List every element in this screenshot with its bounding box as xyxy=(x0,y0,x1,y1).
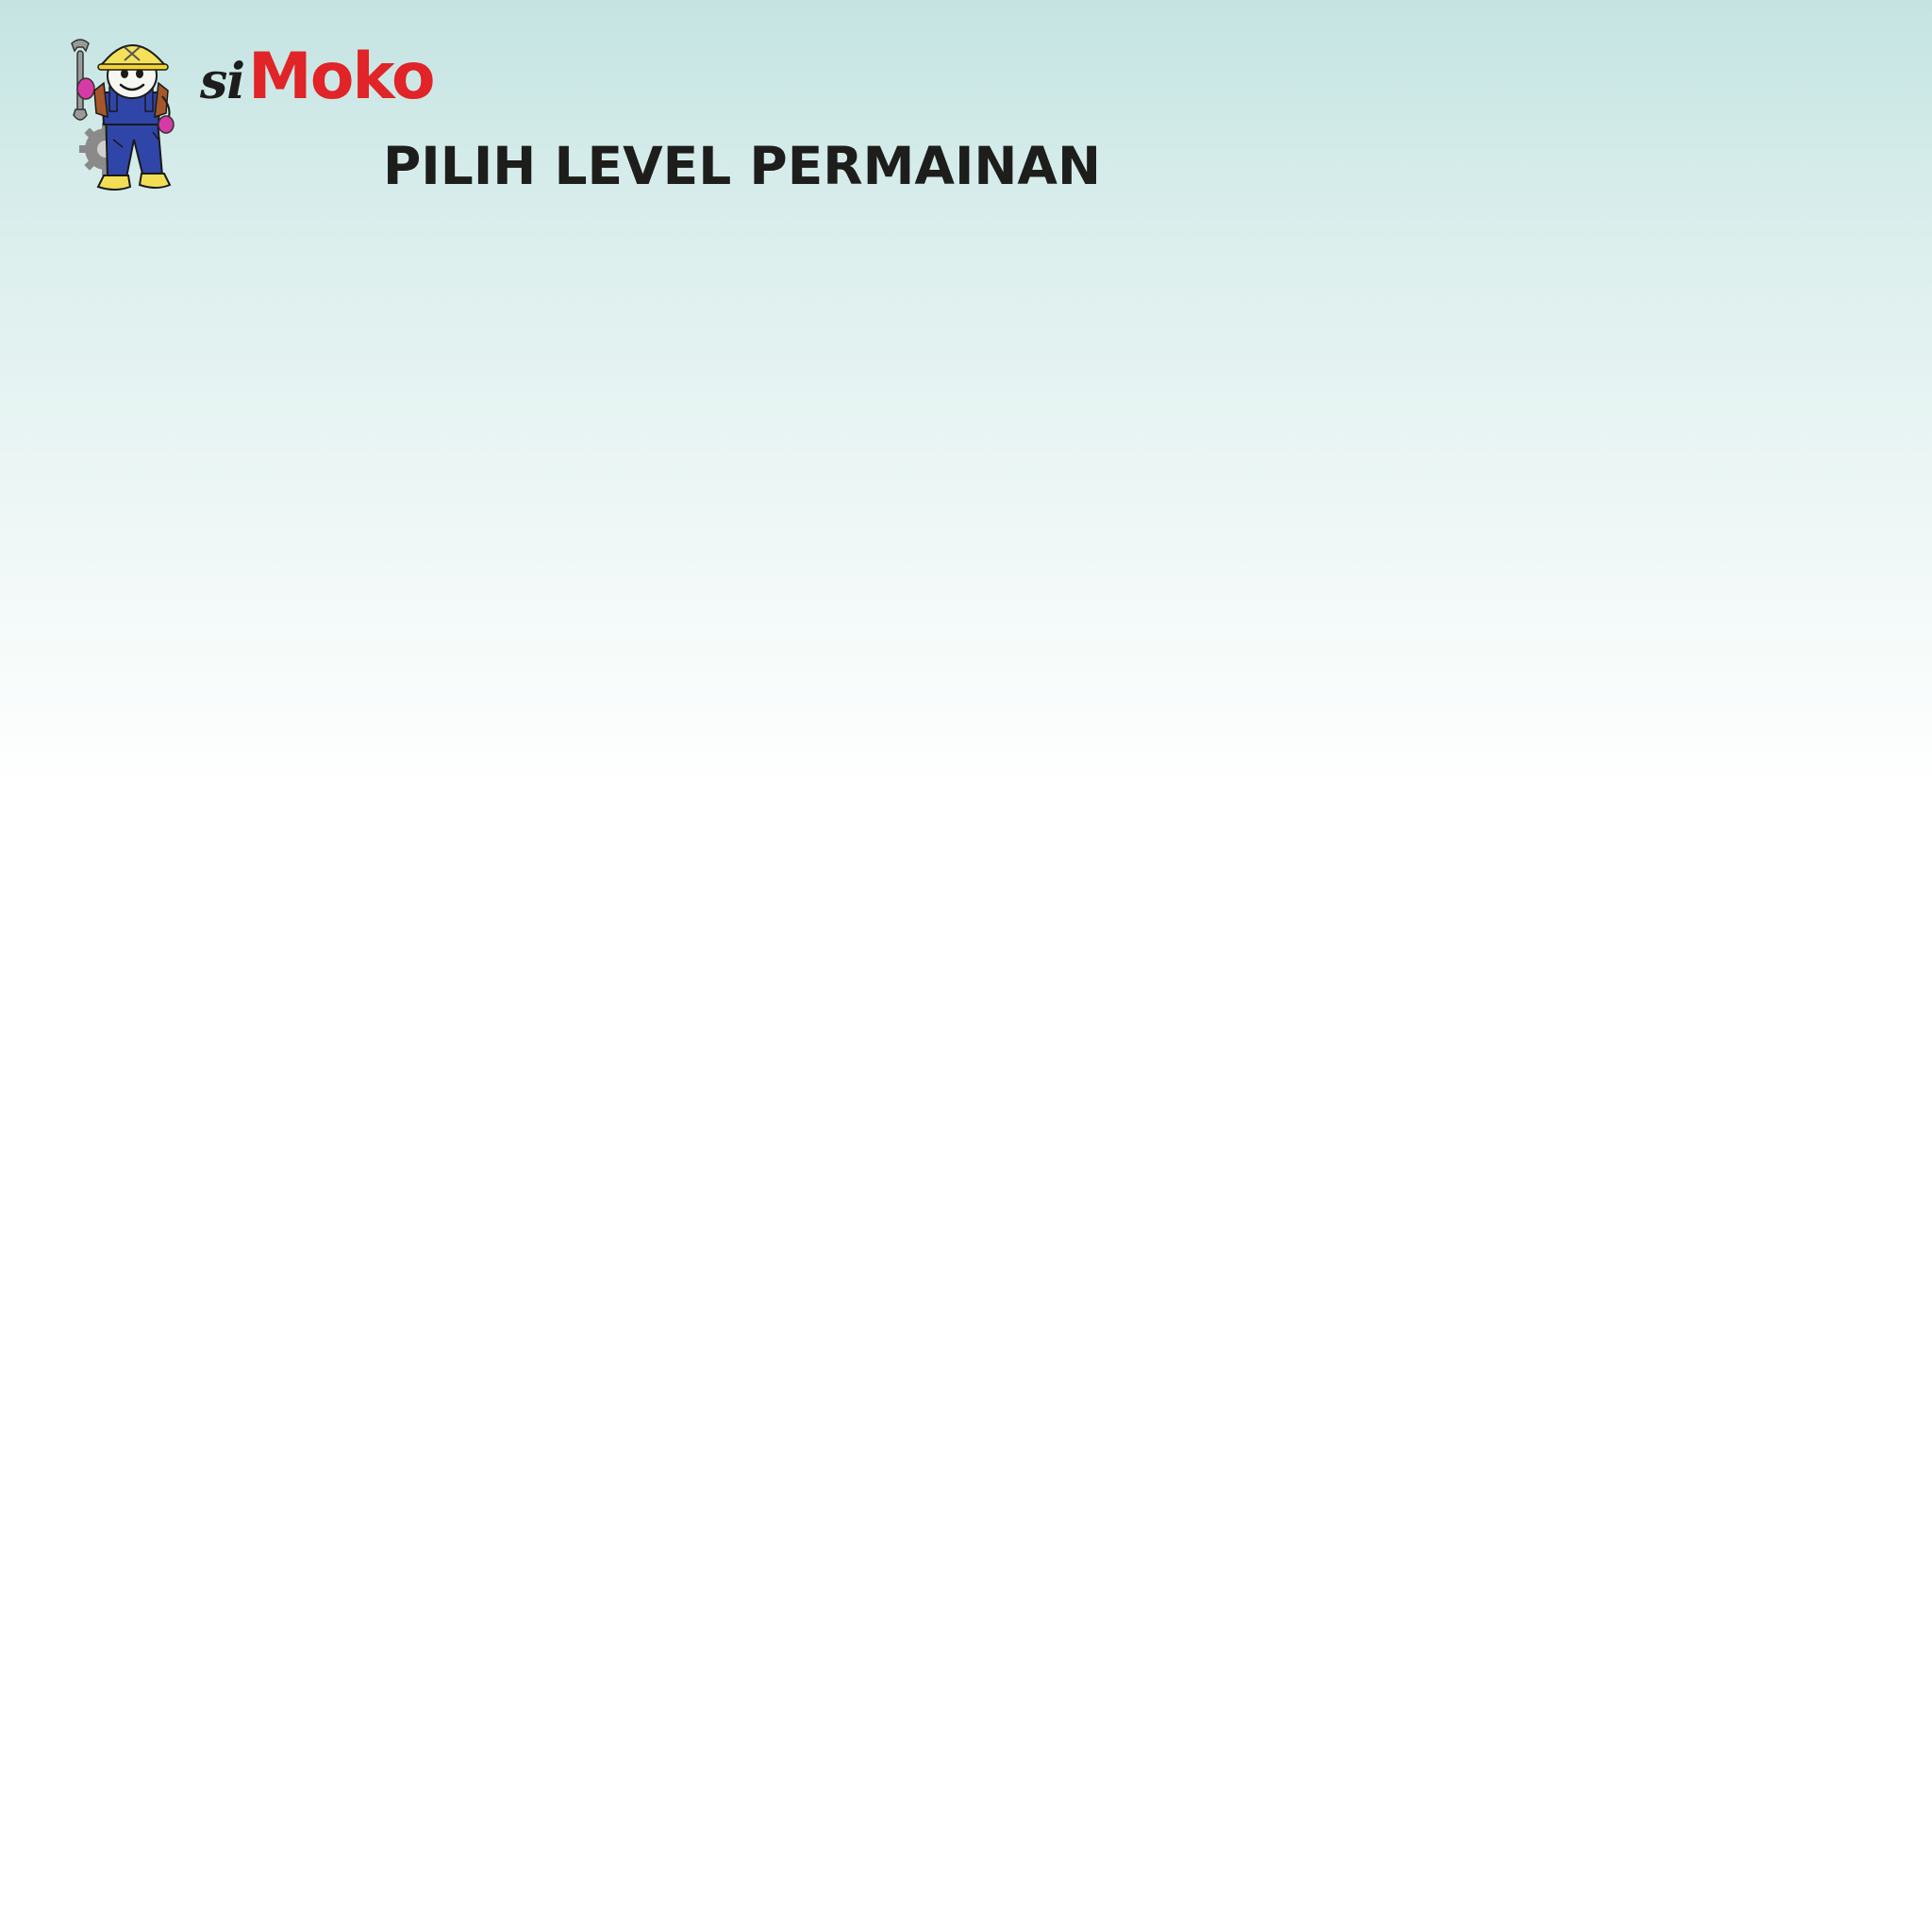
brand-prefix: si xyxy=(200,53,245,110)
page-title: PILIH LEVEL PERMAINAN xyxy=(383,136,1102,196)
brand-logo: siMoko xyxy=(200,40,436,121)
mechanic-mascot-icon xyxy=(66,34,189,196)
level-select-screen: siMoko PILIH LEVEL PERMAINAN xyxy=(0,0,1932,1932)
brand-name: Moko xyxy=(248,40,435,114)
